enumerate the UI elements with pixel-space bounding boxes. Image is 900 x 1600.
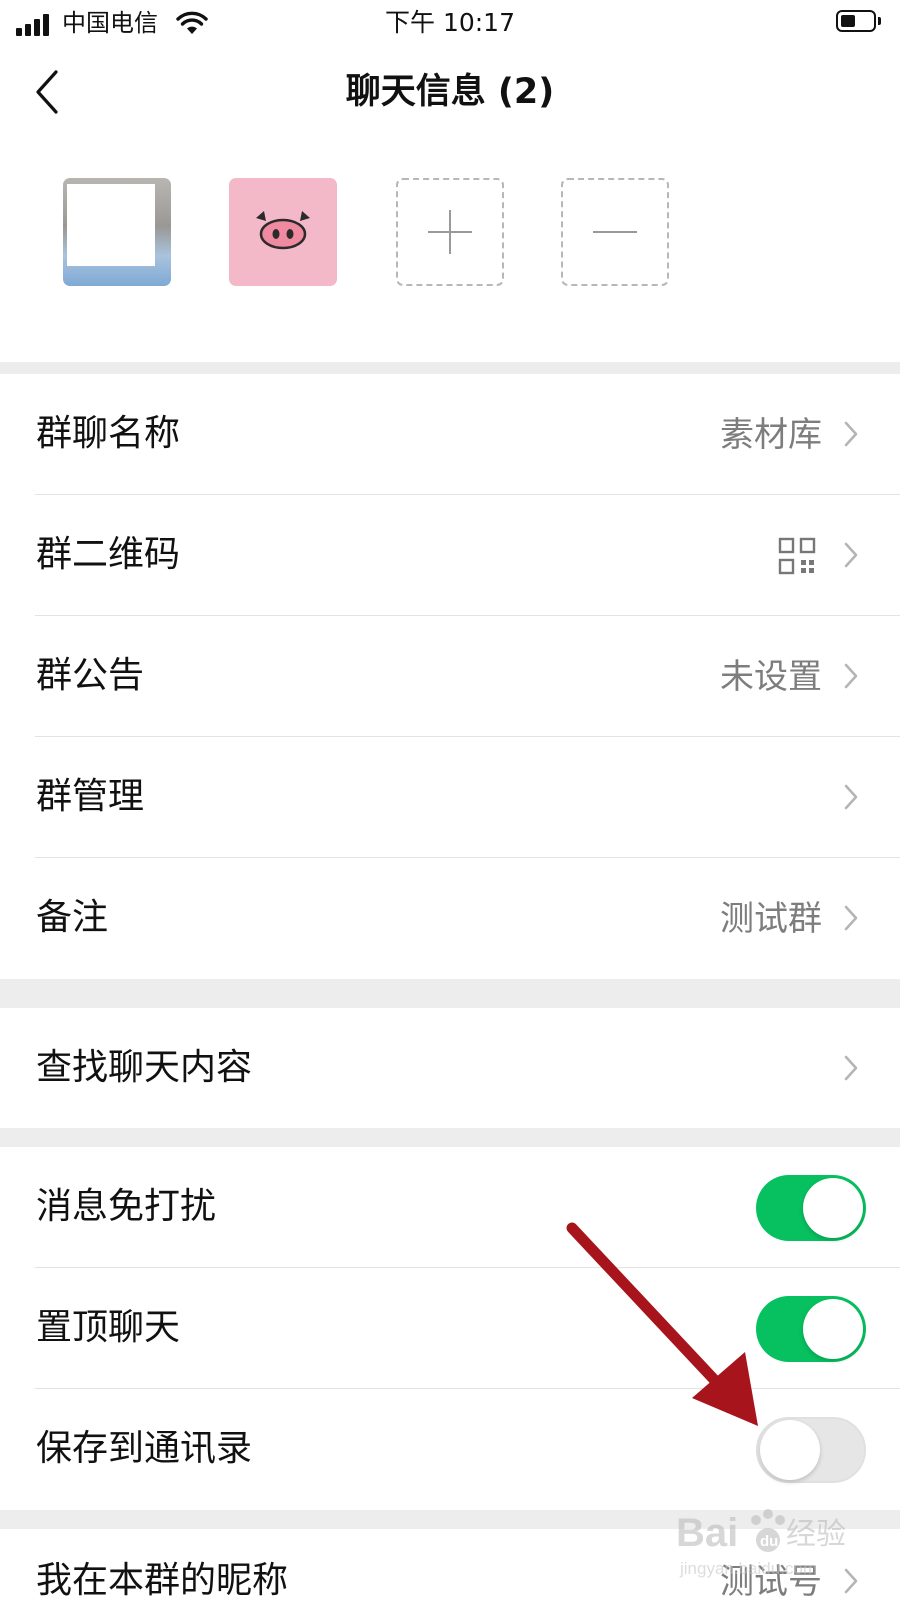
pig-avatar[interactable] [229, 178, 337, 286]
member-avatar-photo[interactable] [63, 178, 171, 286]
watermark-product: 经验 [786, 1517, 846, 1552]
settings-group-info: 群聊名称 素材库 群二维码 群公告 未设置 群管理 备注 测试群 [0, 374, 900, 979]
save-contacts-toggle[interactable] [756, 1417, 866, 1483]
my-nickname-label: 我在本群的昵称 [36, 1560, 289, 1600]
group-name-row[interactable]: 群聊名称 素材库 [0, 374, 900, 495]
watermark-brand: Bai [676, 1511, 738, 1555]
minus-icon [593, 231, 637, 233]
battery-icon [836, 10, 876, 32]
watermark-url: jingyan.baidu.com [679, 1559, 817, 1578]
chevron-right-icon [844, 421, 858, 447]
group-notice-value: 未设置 [720, 657, 822, 697]
battery-cap [878, 17, 881, 25]
chevron-right-icon [844, 905, 858, 931]
settings-group-toggles: 消息免打扰 置顶聊天 保存到通讯录 [0, 1147, 900, 1510]
member-grid [0, 140, 900, 362]
avatar-redaction [67, 184, 155, 266]
chevron-right-icon [844, 542, 858, 568]
chevron-right-icon [844, 663, 858, 689]
battery-level [841, 15, 855, 27]
status-bar: 中国电信 下午 10:17 [0, 0, 900, 48]
plus-icon-vertical [449, 210, 451, 254]
toggle-knob [803, 1178, 863, 1238]
page-title: 聊天信息 (2) [345, 72, 555, 112]
group-notice-row[interactable]: 群公告 未设置 [0, 616, 900, 737]
group-notice-label: 群公告 [36, 655, 145, 696]
search-chat-row[interactable]: 查找聊天内容 [0, 1008, 900, 1128]
group-manage-row[interactable]: 群管理 [0, 737, 900, 858]
status-time: 下午 10:17 [385, 8, 515, 37]
settings-group-search: 查找聊天内容 [0, 1008, 900, 1128]
pin-toggle[interactable] [756, 1296, 866, 1362]
group-qr-label: 群二维码 [36, 534, 181, 575]
navigation-bar: 聊天信息 (2) [0, 48, 900, 140]
add-member-button[interactable] [396, 178, 504, 286]
save-contacts-label: 保存到通讯录 [36, 1428, 253, 1469]
remark-label: 备注 [36, 897, 109, 938]
toggle-knob [760, 1420, 820, 1480]
group-name-value: 素材库 [720, 415, 822, 455]
mute-toggle[interactable] [756, 1175, 866, 1241]
remark-row[interactable]: 备注 测试群 [0, 858, 900, 979]
pig-face-icon [256, 211, 310, 250]
qr-code-icon [778, 537, 816, 575]
mute-label: 消息免打扰 [36, 1186, 217, 1227]
group-name-label: 群聊名称 [36, 413, 181, 454]
toggle-knob [803, 1299, 863, 1359]
watermark-brand-suffix: du [760, 1533, 778, 1550]
save-contacts-row: 保存到通讯录 [0, 1389, 900, 1510]
pin-label: 置顶聊天 [36, 1307, 181, 1348]
remark-value: 测试群 [720, 899, 822, 939]
mute-row: 消息免打扰 [0, 1147, 900, 1268]
search-chat-label: 查找聊天内容 [36, 1047, 253, 1088]
group-qr-row[interactable]: 群二维码 [0, 495, 900, 616]
pin-row: 置顶聊天 [0, 1268, 900, 1389]
group-manage-label: 群管理 [36, 776, 145, 817]
remove-member-button[interactable] [561, 178, 669, 286]
chevron-right-icon [844, 1055, 858, 1081]
chevron-right-icon [844, 784, 858, 810]
baidu-watermark-logo: Bai du 经验 jingyan.baidu.com [676, 1509, 846, 1578]
